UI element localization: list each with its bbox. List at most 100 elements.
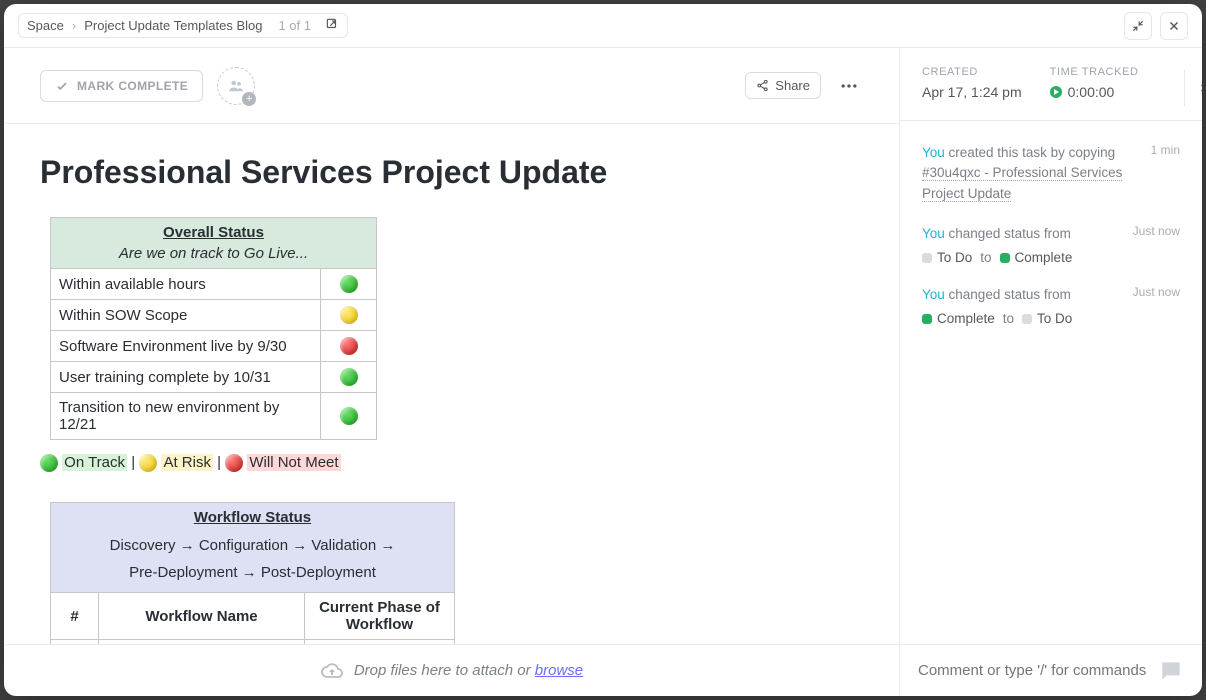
table-row: Within available hours xyxy=(51,269,377,300)
status-square-grey-icon xyxy=(1022,314,1032,324)
activity-text: changed status from xyxy=(945,287,1071,302)
status-label: Within SOW Scope xyxy=(51,300,321,331)
time-tracked-label: TIME TRACKED xyxy=(1050,66,1139,78)
more-horizontal-icon xyxy=(839,76,859,96)
status-dot-green-icon xyxy=(40,454,58,472)
created-value: Apr 17, 1:24 pm xyxy=(922,84,1022,100)
comment-input[interactable] xyxy=(918,662,1148,679)
table-header-row: # Workflow Name Current Phase of Workflo… xyxy=(51,593,455,640)
attach-bar[interactable]: Drop files here to attach or browse xyxy=(4,644,899,696)
content-scroll[interactable]: Professional Services Project Update Ove… xyxy=(4,124,899,644)
status-dot-red-icon xyxy=(225,454,243,472)
status-legend: On Track | At Risk | Will Not Meet xyxy=(40,454,863,472)
status-dot-red-icon xyxy=(340,337,358,355)
attach-text: Drop files here to attach or xyxy=(354,662,535,679)
overall-status-table: Overall Status Are we on track to Go Liv… xyxy=(50,217,377,440)
time-tracked-value: 0:00:00 xyxy=(1068,84,1115,100)
task-modal: Space › Project Update Templates Blog 1 … xyxy=(4,4,1202,696)
minimize-button[interactable] xyxy=(1124,12,1152,40)
toolbar: MARK COMPLETE + Share xyxy=(4,48,899,124)
col-name: Workflow Name xyxy=(99,593,305,640)
workflow-status-table: Workflow Status Discovery → Configuratio… xyxy=(50,502,455,644)
status-dot-green-icon xyxy=(340,368,358,386)
activity-item: You created this task by copying #30u4qx… xyxy=(922,143,1180,204)
share-icon xyxy=(756,79,769,92)
play-icon[interactable] xyxy=(1050,86,1062,98)
breadcrumb-page: Project Update Templates Blog xyxy=(84,18,262,33)
activity-you: You xyxy=(922,145,945,160)
status-from: To Do xyxy=(937,250,972,265)
activity-item: You changed status from Just now To Do t… xyxy=(922,224,1180,265)
status-label: User training complete by 10/31 xyxy=(51,362,321,393)
time-tracked-block: TIME TRACKED 0:00:00 xyxy=(1050,66,1139,100)
share-label: Share xyxy=(775,78,810,93)
table-row: Transition to new environment by 12/21 xyxy=(51,393,377,440)
status-to: To Do xyxy=(1037,311,1072,326)
attach-browse-link[interactable]: browse xyxy=(535,662,583,679)
table-row: User training complete by 10/31 xyxy=(51,362,377,393)
chevron-right-icon: › xyxy=(72,18,76,33)
top-bar: Space › Project Update Templates Blog 1 … xyxy=(4,4,1202,48)
status-from: Complete xyxy=(937,311,995,326)
status-square-grey-icon xyxy=(922,253,932,263)
comment-bar xyxy=(900,644,1202,696)
breadcrumb[interactable]: Space › Project Update Templates Blog 1 … xyxy=(18,13,348,38)
workflow-header: Workflow Status Discovery → Configuratio… xyxy=(51,503,455,593)
status-to: Complete xyxy=(1015,250,1073,265)
breadcrumb-counter: 1 of 1 xyxy=(278,18,311,33)
activity-you: You xyxy=(922,287,945,302)
status-label: Software Environment live by 9/30 xyxy=(51,331,321,362)
chevron-right-icon xyxy=(1197,82,1203,94)
close-button[interactable] xyxy=(1160,12,1188,40)
assignee-add[interactable]: + xyxy=(217,67,255,105)
status-dot-yellow-icon xyxy=(139,454,157,472)
chat-icon xyxy=(1158,658,1184,684)
mark-complete-label: MARK COMPLETE xyxy=(77,79,188,93)
side-panel: CREATED Apr 17, 1:24 pm TIME TRACKED 0:0… xyxy=(900,48,1202,696)
status-dot-green-icon xyxy=(340,407,358,425)
table-row: Software Environment live by 9/30 xyxy=(51,331,377,362)
activity-link[interactable]: #30u4qxc - Professional Services Project… xyxy=(922,165,1122,201)
people-icon xyxy=(227,77,245,95)
activity-log: You created this task by copying #30u4qx… xyxy=(900,121,1202,644)
table-row: Within SOW Scope xyxy=(51,300,377,331)
collapse-panel-button[interactable] xyxy=(1184,70,1202,106)
to-word: to xyxy=(1003,311,1014,326)
activity-you: You xyxy=(922,226,945,241)
more-menu-button[interactable] xyxy=(835,72,863,100)
open-new-tab-icon[interactable] xyxy=(325,17,339,34)
col-num: # xyxy=(51,593,99,640)
overall-status-subtitle: Are we on track to Go Live... xyxy=(59,245,368,262)
status-label: Transition to new environment by 12/21 xyxy=(51,393,321,440)
activity-time: 1 min xyxy=(1151,143,1180,157)
activity-item: You changed status from Just now Complet… xyxy=(922,285,1180,326)
workflow-steps-line2: Pre-Deployment → Post-Deployment xyxy=(59,559,446,586)
workflow-title: Workflow Status xyxy=(59,509,446,526)
mark-complete-button[interactable]: MARK COMPLETE xyxy=(40,70,203,102)
activity-time: Just now xyxy=(1133,224,1180,238)
side-meta: CREATED Apr 17, 1:24 pm TIME TRACKED 0:0… xyxy=(900,48,1202,121)
plus-icon: + xyxy=(242,92,256,106)
status-square-green-icon xyxy=(922,314,932,324)
overall-status-header: Overall Status Are we on track to Go Liv… xyxy=(51,218,377,269)
status-dot-green-icon xyxy=(340,275,358,293)
page-title: Professional Services Project Update xyxy=(40,154,863,191)
workflow-steps-line1: Discovery → Configuration → Validation → xyxy=(59,532,446,559)
activity-text: changed status from xyxy=(945,226,1071,241)
activity-time: Just now xyxy=(1133,285,1180,299)
activity-text: created this task by copying xyxy=(945,145,1115,160)
col-phase: Current Phase of Workflow xyxy=(305,593,455,640)
status-dot-yellow-icon xyxy=(340,306,358,324)
legend-will-not-meet: Will Not Meet xyxy=(247,454,340,471)
created-block: CREATED Apr 17, 1:24 pm xyxy=(922,66,1022,100)
cloud-upload-icon xyxy=(320,659,344,683)
check-icon xyxy=(55,79,69,93)
main-panel: MARK COMPLETE + Share Professional Servi… xyxy=(4,48,900,696)
to-word: to xyxy=(980,250,991,265)
breadcrumb-space: Space xyxy=(27,18,64,33)
legend-at-risk: At Risk xyxy=(161,454,213,471)
share-button[interactable]: Share xyxy=(745,72,821,99)
created-label: CREATED xyxy=(922,66,1022,78)
legend-on-track: On Track xyxy=(62,454,127,471)
status-label: Within available hours xyxy=(51,269,321,300)
